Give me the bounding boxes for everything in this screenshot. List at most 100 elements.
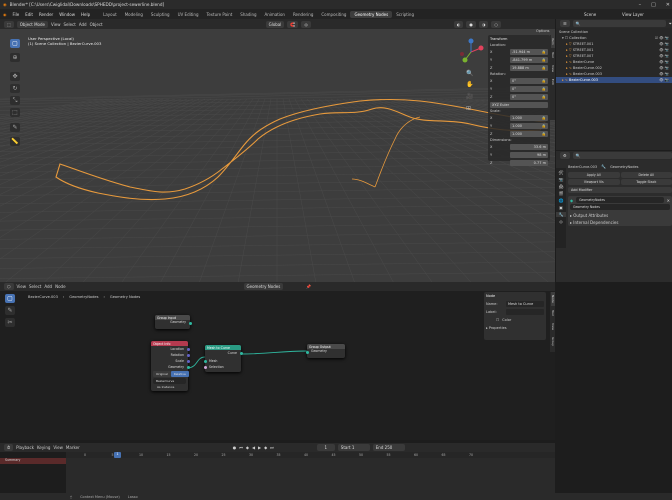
workspace-tab[interactable]: Modeling xyxy=(121,11,147,18)
node-annotate-tool-icon[interactable]: ✎ xyxy=(5,306,15,315)
outliner-item-selected[interactable]: ▸ ∿ BezierCurve.003 👁 📷 xyxy=(556,77,672,83)
marker-menu[interactable]: Marker xyxy=(66,445,80,450)
modifier-name-field[interactable]: GeometryNodes xyxy=(576,197,664,203)
select-box-tool-icon[interactable]: ▢ xyxy=(10,39,20,48)
rotation-x-field[interactable]: 0° 🔒 xyxy=(510,77,548,84)
group-input-node[interactable]: Group Input Geometry xyxy=(155,315,192,329)
tool-tab-icon[interactable]: 🛠 xyxy=(556,170,566,175)
scene-tab-icon[interactable]: 🎬 xyxy=(556,191,566,196)
menu-help[interactable]: Help xyxy=(78,12,93,17)
location-socket[interactable] xyxy=(186,348,190,351)
play-reverse-icon[interactable]: ◀ xyxy=(252,445,255,450)
tab-tool[interactable]: Tool xyxy=(551,307,555,319)
playback-menu[interactable]: Playback xyxy=(16,445,34,450)
tab-node[interactable]: Node xyxy=(551,292,555,306)
shading-material-icon[interactable]: ◑ xyxy=(478,20,489,28)
annotate-tool-icon[interactable]: ✎ xyxy=(10,123,20,132)
modifier-close-icon[interactable]: ✕ xyxy=(667,198,670,203)
world-tab-icon[interactable]: 🌐 xyxy=(556,198,566,203)
tab-view[interactable]: View xyxy=(551,320,555,333)
nodegroup-selector[interactable]: Geometry Nodes xyxy=(243,283,284,290)
transform-orientation[interactable]: Global xyxy=(265,20,285,28)
properties-editor-icon[interactable]: ⚙ xyxy=(560,152,570,159)
mesh-to-curve-node[interactable]: Mesh to Curve Curve Mesh Selection xyxy=(203,345,243,372)
location-z-field[interactable]: 19.888 m 🔒 xyxy=(510,64,548,71)
node-select-tool-icon[interactable]: ▢ xyxy=(5,294,15,303)
output-attributes-section[interactable]: ▸ Output Attributes xyxy=(570,213,670,218)
internal-dependencies-section[interactable]: ▸ Internal Dependencies xyxy=(570,220,670,225)
viewport-vis-button[interactable]: Viewport Vis xyxy=(568,179,620,185)
workspace-tab[interactable]: Rendering xyxy=(289,11,317,18)
workspace-tab[interactable]: Animation xyxy=(261,11,289,18)
shading-render-icon[interactable]: ○ xyxy=(491,20,501,28)
navigation-gizmo[interactable] xyxy=(457,38,485,66)
overlays-icon[interactable]: ◐ xyxy=(453,20,464,28)
minimize-icon[interactable]: – xyxy=(639,2,642,8)
original-toggle[interactable]: Original xyxy=(153,371,171,377)
viewport-menu-object[interactable]: Object xyxy=(90,22,103,27)
menu-file[interactable]: File xyxy=(10,12,23,17)
menu-edit[interactable]: Edit xyxy=(22,12,36,17)
summary-row[interactable]: Summary xyxy=(0,458,66,464)
jump-end-icon[interactable]: ⏭ xyxy=(270,445,274,450)
prev-key-icon[interactable]: ◆ xyxy=(246,445,249,450)
workspace-tab[interactable]: Shading xyxy=(236,11,260,18)
sidebar-tab-tool[interactable]: Tool xyxy=(551,49,555,61)
scale-z-field[interactable]: 1.000 🔒 xyxy=(510,130,548,137)
start-frame-field[interactable]: Start 1 xyxy=(337,444,370,451)
measure-tool-icon[interactable]: 📏 xyxy=(10,137,20,146)
end-frame-field[interactable]: End 250 xyxy=(372,444,405,451)
curve-socket[interactable] xyxy=(239,351,243,355)
dimensions-y-field[interactable]: 98 m xyxy=(510,151,548,158)
node-menu-view[interactable]: View xyxy=(17,284,27,289)
menu-render[interactable]: Render xyxy=(36,12,56,17)
shading-solid-icon[interactable]: ● xyxy=(466,20,476,28)
selection-socket[interactable] xyxy=(203,365,207,369)
group-output-node[interactable]: Group Output Geometry xyxy=(305,344,345,358)
scale-y-field[interactable]: 1.000 🔒 xyxy=(510,122,548,129)
workspace-tab[interactable]: Compositing xyxy=(317,11,350,18)
node-menu-add[interactable]: Add xyxy=(44,284,52,289)
scale-tool-icon[interactable]: ⤡ xyxy=(10,96,20,105)
pin-icon[interactable]: 📌 xyxy=(306,284,311,289)
jump-start-icon[interactable]: ⏮ xyxy=(239,445,243,450)
mode-selector[interactable]: Object Mode xyxy=(16,20,48,28)
add-modifier-button[interactable]: Add Modifier xyxy=(568,187,672,193)
options-button[interactable]: Options xyxy=(536,29,550,33)
node-link-cut-tool-icon[interactable]: ✂ xyxy=(5,318,15,327)
workspace-tab[interactable]: UV Editing xyxy=(174,11,203,18)
scene-selector[interactable]: Scene xyxy=(584,12,596,17)
physics-tab-icon[interactable]: ◎ xyxy=(556,219,566,224)
geometry-socket[interactable] xyxy=(305,350,309,354)
outliner-search-icon[interactable]: 🔍 xyxy=(572,20,666,27)
workspace-tab[interactable]: Geometry Nodes xyxy=(350,10,393,18)
rotation-y-field[interactable]: 0° 🔒 xyxy=(510,85,548,92)
record-icon[interactable]: ● xyxy=(233,445,237,450)
outliner-editor-icon[interactable]: ☰ xyxy=(560,20,570,27)
sidebar-tab-item[interactable]: Item xyxy=(551,35,555,48)
object-info-node[interactable]: Object Info Location Rotation Scale Geom… xyxy=(151,341,190,391)
timeline-view-menu[interactable]: View xyxy=(53,445,63,450)
modifier-tab-icon[interactable]: 🔧 xyxy=(556,212,566,217)
snap-icon[interactable]: 🧲 xyxy=(287,20,299,28)
dimensions-z-field[interactable]: 0.77 m xyxy=(510,159,548,166)
cursor-tool-icon[interactable]: ⊕ xyxy=(10,53,20,62)
rotate-tool-icon[interactable]: ↻ xyxy=(10,84,20,93)
relative-toggle[interactable]: Relative xyxy=(170,371,189,377)
rotation-mode-select[interactable]: XYZ Euler xyxy=(490,101,548,108)
keying-menu[interactable]: Keying xyxy=(37,445,50,450)
workspace-tab[interactable]: Texture Paint xyxy=(202,11,236,18)
transform-tool-icon[interactable]: ⬚ xyxy=(10,108,20,117)
geometry-socket[interactable] xyxy=(186,366,190,369)
geometry-socket[interactable] xyxy=(188,321,192,325)
scale-socket[interactable] xyxy=(186,360,190,363)
nodegroup-field[interactable]: Geometry Nodes xyxy=(570,204,670,210)
color-checkbox[interactable]: ☐ xyxy=(496,318,499,322)
view-layer-selector[interactable]: View Layer xyxy=(622,12,644,17)
sidebar-tab-edit[interactable]: Edit xyxy=(551,76,555,88)
dimensions-x-field[interactable]: 33.6 m xyxy=(510,143,548,150)
node-editor-type-icon[interactable]: ⬡ xyxy=(4,283,14,290)
location-x-field[interactable]: -51.944 m 🔒 xyxy=(510,48,548,55)
rotation-socket[interactable] xyxy=(186,354,190,357)
toggle-stack-button[interactable]: Toggle Stack xyxy=(620,179,672,185)
